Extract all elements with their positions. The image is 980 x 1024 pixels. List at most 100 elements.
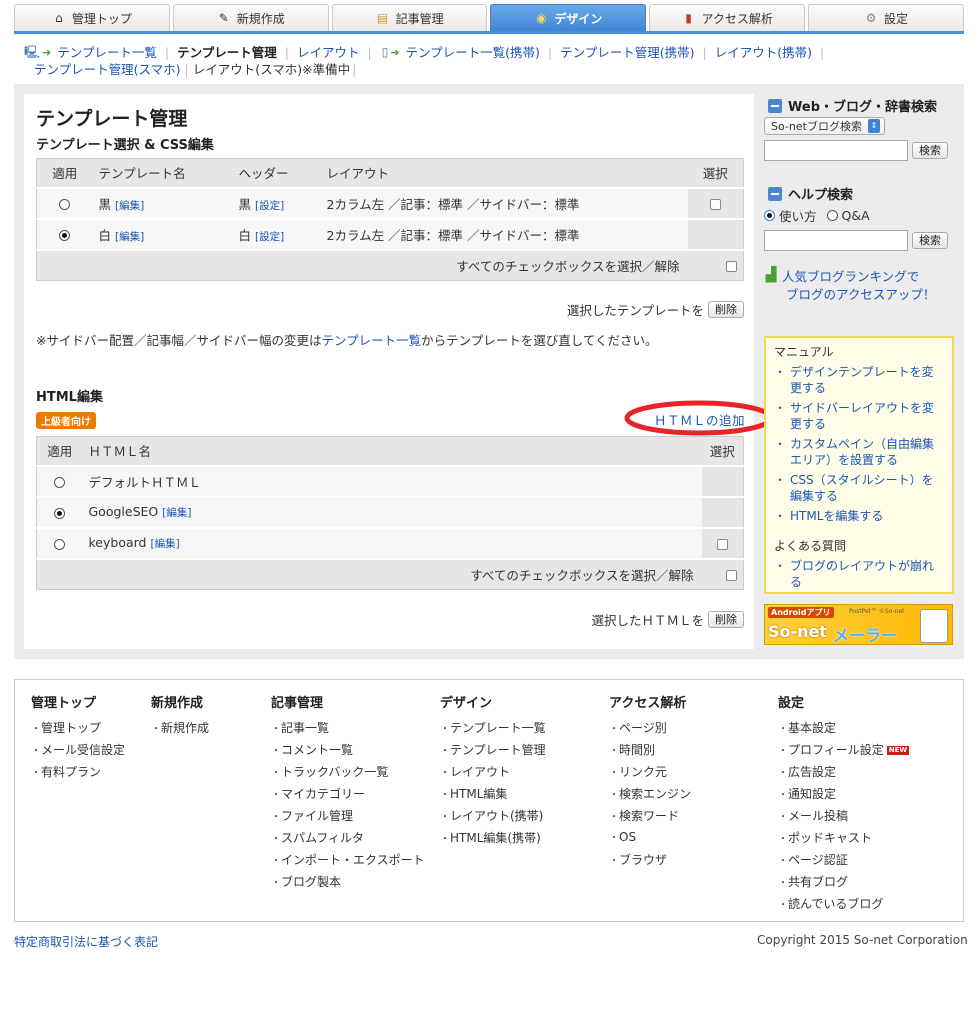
help-search-button[interactable]: 検索 (912, 232, 948, 249)
faq-title: よくある質問 (774, 539, 847, 553)
web-search-input[interactable] (764, 140, 908, 161)
manual-item: ・デザインテンプレートを変更する (774, 364, 944, 396)
footer-link[interactable]: ブラウザ (609, 851, 691, 873)
subnav-template-list-mobile[interactable]: テンプレート一覧(携帯) (406, 44, 540, 61)
web-search-button[interactable]: 検索 (912, 142, 948, 159)
delete-html-button[interactable]: 削除 (708, 611, 744, 628)
apply-radio[interactable] (54, 538, 66, 550)
footer-link[interactable]: メール投稿 (778, 807, 909, 829)
delete-html-row: 選択したＨＴＭＬを 削除 (591, 610, 744, 629)
html-name: GoogleSEO (88, 504, 159, 519)
subnav-template-list[interactable]: テンプレート一覧 (57, 44, 157, 61)
footer-link[interactable]: 有料プラン (31, 763, 125, 785)
footer-link[interactable]: ページ認証 (778, 851, 909, 873)
tab-admin-top[interactable]: ⌂ 管理トップ (14, 4, 170, 31)
footer-link[interactable]: テンプレート管理 (440, 741, 546, 763)
legal-notice-link[interactable]: 特定商取引法に基づく表記 (14, 933, 158, 950)
tab-access-analysis[interactable]: ▮ アクセス解析 (649, 4, 806, 31)
footer-link[interactable]: 広告設定 (778, 763, 909, 785)
footer-link[interactable]: HTML編集 (440, 785, 546, 807)
help-search-input[interactable] (764, 230, 908, 251)
footer-link[interactable]: 検索エンジン (609, 785, 691, 807)
apply-radio-selected[interactable] (59, 229, 71, 241)
footer-link[interactable]: 管理トップ (31, 719, 125, 741)
footer-link[interactable]: 読んでいるブログ (778, 895, 909, 917)
collapse-icon[interactable] (768, 186, 782, 201)
footer-link[interactable]: 時間別 (609, 741, 691, 763)
tab-design[interactable]: ◉ デザイン (490, 4, 647, 31)
footer-link[interactable]: ポッドキャスト (778, 829, 909, 851)
edit-link[interactable]: [編集] (150, 538, 179, 550)
pencil-icon: ✎ (218, 11, 229, 25)
footer-link[interactable]: メール受信設定 (31, 741, 125, 763)
ranking-link-line-1[interactable]: 人気ブログランキングで (782, 268, 935, 286)
tab-new-post[interactable]: ✎ 新規作成 (172, 4, 329, 31)
help-search-heading: ヘルプ検索 (768, 184, 853, 203)
manual-link[interactable]: デザインテンプレートを変更する (790, 364, 944, 396)
subnav-layout[interactable]: レイアウト (297, 44, 360, 61)
apply-radio[interactable] (54, 476, 66, 488)
footer-column-title: アクセス解析 (609, 696, 687, 711)
select-all-checkbox[interactable] (726, 569, 737, 581)
faq-link[interactable]: ブログのレイアウトが崩れる (790, 558, 944, 590)
radio-qa[interactable] (826, 210, 838, 221)
footer-link[interactable]: スパムフィルタ (271, 829, 425, 851)
select-all-checkbox[interactable] (726, 260, 737, 272)
footer-column: アクセス解析 ページ別 時間別 リンク元 検索エンジン 検索ワード OS ブラウ… (609, 692, 691, 873)
design-sub-navigation: 🖳 ➜ テンプレート一覧 | テンプレート管理 | レイアウト | ▯ ➜ テン… (24, 44, 954, 78)
tab-label: 設定 (884, 11, 909, 26)
subnav-template-management-mobile[interactable]: テンプレート管理(携帯) (560, 44, 694, 61)
header-settings-link[interactable]: [設定] (255, 231, 284, 243)
footer-link[interactable]: 検索ワード (609, 807, 691, 829)
footer-link-profile[interactable]: プロフィール設定NEW (778, 741, 910, 763)
separator: | (367, 45, 372, 60)
apply-radio-selected[interactable] (54, 507, 66, 519)
tab-settings[interactable]: ⚙ 設定 (808, 4, 964, 31)
select-checkbox[interactable] (716, 538, 728, 550)
ranking-link[interactable]: ▟ 人気ブログランキングで ブログのアクセスアップ！ (764, 268, 936, 304)
template-table: 適用 テンプレート名 ヘッダー レイアウト 選択 黒 [編集] 黒 [設定] 2… (36, 158, 744, 281)
footer-link[interactable]: 新規作成 (151, 719, 209, 741)
edit-link[interactable]: [編集] (115, 200, 144, 212)
footer-link[interactable]: ファイル管理 (271, 807, 425, 829)
footer-link[interactable]: 基本設定 (778, 719, 909, 741)
footer-link[interactable]: トラックバック一覧 (271, 763, 425, 785)
footer-link[interactable]: インポート・エクスポート (271, 851, 425, 873)
footer-link[interactable]: 通知設定 (778, 785, 909, 807)
footer-link[interactable]: リンク元 (609, 763, 691, 785)
edit-link[interactable]: [編集] (162, 507, 191, 519)
footer-link[interactable]: レイアウト (440, 763, 546, 785)
footer-link[interactable]: 共有ブログ (778, 873, 909, 895)
edit-link[interactable]: [編集] (115, 231, 144, 243)
manual-link[interactable]: サイドバーレイアウトを変更する (790, 400, 944, 432)
subnav-layout-mobile[interactable]: レイアウト(携帯) (715, 44, 812, 61)
so-net-mailer-banner[interactable]: Androidアプリ PostPet™ ©So-net So-net メーラー (764, 604, 953, 645)
delete-template-button[interactable]: 削除 (708, 301, 744, 318)
table-row: 白 [編集] 白 [設定] 2カラム左 ／記事：標準 ／サイドバー：標準 (36, 217, 744, 250)
subnav-template-management-smartphone[interactable]: テンプレート管理(スマホ) (34, 61, 181, 78)
footer-link[interactable]: レイアウト(携帯) (440, 807, 546, 829)
footer-link[interactable]: HTML編集(携帯) (440, 829, 546, 851)
footer-link[interactable]: 記事一覧 (271, 719, 425, 741)
manual-link[interactable]: CSS（スタイルシート）を編集する (790, 472, 944, 504)
footer-link[interactable]: コメント一覧 (271, 741, 425, 763)
collapse-icon[interactable] (768, 98, 782, 113)
note-suffix: からテンプレートを選び直してください。 (421, 333, 658, 348)
search-engine-select[interactable]: So-netブログ検索 ⇕ (764, 117, 885, 135)
manual-link[interactable]: カスタムペイン（自由編集エリア）を設置する (790, 436, 944, 468)
select-checkbox[interactable] (709, 198, 721, 210)
header-settings-link[interactable]: [設定] (255, 200, 284, 212)
ranking-link-line-2[interactable]: ブログのアクセスアップ！ (782, 286, 935, 304)
radio-how-to[interactable] (764, 210, 775, 221)
tab-article-management[interactable]: ▤ 記事管理 (331, 4, 488, 31)
footer-link[interactable]: マイカテゴリー (271, 785, 425, 807)
footer-link[interactable]: OS (609, 829, 691, 851)
manual-link[interactable]: HTMLを編集する (790, 508, 883, 524)
apply-radio[interactable] (59, 198, 71, 210)
footer-link[interactable]: ページ別 (609, 719, 691, 741)
add-html-link[interactable]: ＨＴＭＬの追加 (654, 410, 745, 429)
footer-link[interactable]: テンプレート一覧 (440, 719, 546, 741)
help-search-title: ヘルプ検索 (788, 188, 854, 203)
footer-link[interactable]: ブログ製本 (271, 873, 425, 895)
template-list-link[interactable]: テンプレート一覧 (321, 333, 421, 348)
